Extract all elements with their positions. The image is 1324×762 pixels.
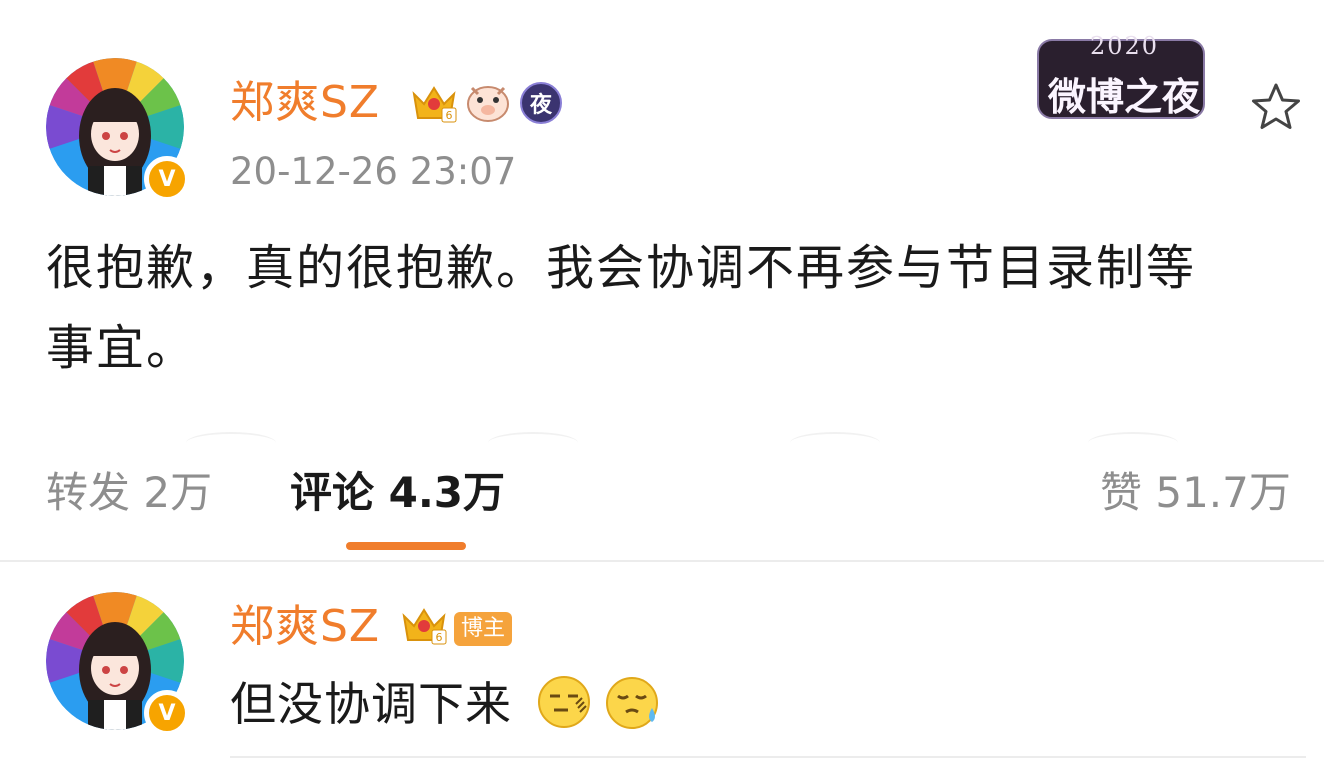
sweat-emoji-icon bbox=[604, 674, 662, 736]
active-tab-indicator bbox=[346, 542, 466, 550]
speechless-emoji-icon bbox=[536, 674, 592, 734]
tab-repost[interactable]: 转发 2万 bbox=[46, 468, 212, 518]
faint-arc bbox=[488, 432, 578, 454]
tab-comments[interactable]: 评论 4.3万 bbox=[290, 468, 505, 518]
event-badge-title: 微博之夜 bbox=[1048, 75, 1201, 119]
pig-badge-icon bbox=[464, 80, 512, 128]
tabs-divider bbox=[0, 560, 1324, 562]
post-username[interactable]: 郑爽SZ bbox=[230, 78, 380, 128]
svg-text:6: 6 bbox=[446, 109, 453, 122]
post-timestamp: 20-12-26 23:07 bbox=[230, 150, 517, 193]
crown-icon: 6 bbox=[410, 82, 458, 128]
star-outline-icon[interactable] bbox=[1250, 82, 1302, 136]
faint-arc bbox=[1088, 432, 1178, 454]
author-tag: 博主 bbox=[454, 612, 513, 646]
verified-badge: V bbox=[144, 156, 190, 202]
event-badge: 2020 微博之夜 bbox=[1032, 28, 1212, 126]
event-badge-year: 2020 bbox=[1090, 32, 1160, 60]
crown-icon: 6 bbox=[400, 604, 448, 650]
verified-badge: V bbox=[144, 690, 190, 736]
faint-arc bbox=[790, 432, 880, 454]
svg-text:6: 6 bbox=[436, 631, 443, 644]
night-badge-icon: 夜 bbox=[520, 82, 562, 124]
post-text-line1: 很抱歉，真的很抱歉。我会协调不再参与节目录制等 bbox=[46, 240, 1197, 296]
comment-text: 但没协调下来 bbox=[230, 677, 512, 731]
post-text-line2: 事宜。 bbox=[46, 320, 197, 376]
tab-likes[interactable]: 赞 51.7万 bbox=[1100, 468, 1291, 518]
faint-arc bbox=[186, 432, 276, 454]
comment-divider bbox=[230, 756, 1306, 758]
comment-username[interactable]: 郑爽SZ bbox=[230, 602, 380, 652]
